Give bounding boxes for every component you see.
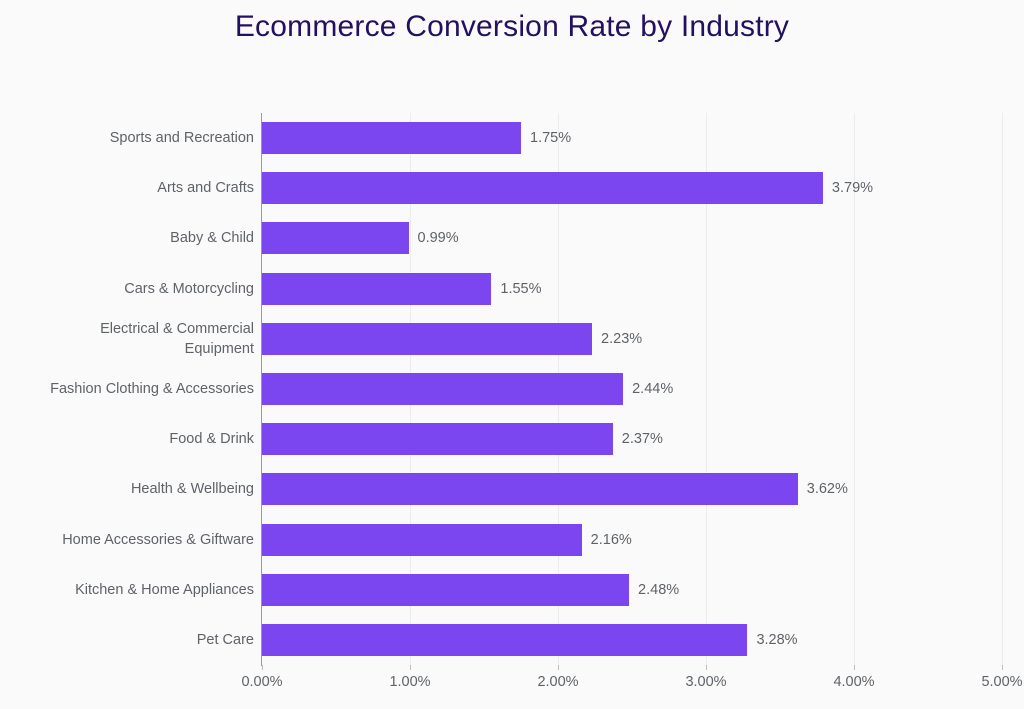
bar-value-label: 2.16% xyxy=(590,531,632,548)
bar[interactable] xyxy=(262,272,492,305)
bar-value-label: 2.44% xyxy=(632,380,674,397)
bar-category-label: Cars & Motorcycling xyxy=(124,280,254,297)
bar-track: 3.62% xyxy=(262,464,1002,514)
bar[interactable] xyxy=(262,473,798,506)
bar-row[interactable]: Electrical & Commercial Equipment 2.23% xyxy=(100,314,1002,364)
bar-category-label: Electrical & Commercial Equipment xyxy=(100,320,254,357)
bar-category-label: Health & Wellbeing xyxy=(130,481,254,498)
bar-value-label: 2.48% xyxy=(638,581,680,598)
bar-row[interactable]: Arts and Crafts 3.79% xyxy=(157,163,1002,213)
bar-category-label: Home Accessories & Giftware xyxy=(62,531,254,548)
bar-category-label: Arts and Crafts xyxy=(157,180,254,197)
bar[interactable] xyxy=(262,623,748,656)
bar[interactable] xyxy=(262,322,593,355)
bar-value-label: 3.62% xyxy=(806,481,848,498)
bar-track: 2.48% xyxy=(262,565,1002,615)
chart-title: Ecommerce Conversion Rate by Industry xyxy=(234,10,790,43)
x-axis-tick xyxy=(262,665,263,670)
bar-track: 0.99% xyxy=(262,213,1002,263)
x-axis-tick xyxy=(558,665,559,670)
bar[interactable] xyxy=(262,523,582,556)
bar[interactable] xyxy=(262,573,630,606)
bar[interactable] xyxy=(262,172,823,205)
bar-row[interactable]: Fashion Clothing & Accessories 2.44% xyxy=(50,364,1002,414)
bar-category-label: Sports and Recreation xyxy=(109,130,254,147)
x-axis-tick xyxy=(410,665,411,670)
bar-row[interactable]: Kitchen & Home Appliances 2.48% xyxy=(75,565,1002,615)
bar-category-label: Fashion Clothing & Accessories xyxy=(50,380,254,397)
bar-row[interactable]: Health & Wellbeing 3.62% xyxy=(131,464,1002,514)
bar-row[interactable]: Pet Care 3.28% xyxy=(197,615,1002,665)
bar[interactable] xyxy=(262,122,521,155)
x-axis-tick-label: 4.00% xyxy=(833,674,875,690)
bar-category-label: Kitchen & Home Appliances xyxy=(75,581,254,598)
bar-row[interactable]: Baby & Child 0.99% xyxy=(170,213,1002,263)
x-axis-tick-label: 3.00% xyxy=(685,674,727,690)
x-axis: 0.00% 1.00% 2.00% 3.00% 4.00% 5.00% xyxy=(241,665,1023,705)
bar[interactable] xyxy=(262,423,613,456)
bar-value-label: 2.23% xyxy=(601,330,643,347)
x-axis-tick-label: 0.00% xyxy=(241,674,283,690)
x-axis-tick xyxy=(1002,665,1003,670)
gridline xyxy=(1002,113,1003,665)
bar-track: 3.79% xyxy=(262,163,1002,213)
bar-value-label: 1.75% xyxy=(530,130,572,147)
bar-track: 2.37% xyxy=(262,414,1002,464)
bar-value-label: 1.55% xyxy=(500,280,542,297)
bar[interactable] xyxy=(262,372,624,405)
bar-track: 2.23% xyxy=(262,314,1002,364)
x-axis-tick-label: 5.00% xyxy=(981,674,1023,690)
bar-track: 3.28% xyxy=(262,615,1002,665)
bar-category-label: Baby & Child xyxy=(170,230,254,247)
x-axis-tick-label: 2.00% xyxy=(537,674,579,690)
bar-category-label: Pet Care xyxy=(196,631,254,648)
bar-value-label: 0.99% xyxy=(417,230,459,247)
x-axis-tick xyxy=(854,665,855,670)
x-axis-tick xyxy=(706,665,707,670)
bar-category-label: Food & Drink xyxy=(169,431,254,448)
bar-track: 2.16% xyxy=(262,514,1002,564)
bar-value-label: 2.37% xyxy=(621,431,663,448)
bar-row[interactable]: Home Accessories & Giftware 2.16% xyxy=(62,514,1002,564)
bar-track: 1.55% xyxy=(262,264,1002,314)
bar-value-label: 3.28% xyxy=(756,631,798,648)
bar-track: 1.75% xyxy=(262,113,1002,163)
bar-row[interactable]: Cars & Motorcycling 1.55% xyxy=(124,264,1002,314)
bar-value-label: 3.79% xyxy=(831,180,874,197)
x-axis-tick-label: 1.00% xyxy=(389,674,431,690)
chart-container: Ecommerce Conversion Rate by Industry Sp… xyxy=(0,0,1024,709)
plot-area: Sports and Recreation 1.75% Arts and Craft… xyxy=(50,113,1003,665)
bar-row[interactable]: Food & Drink 2.37% xyxy=(169,414,1002,464)
bar-row[interactable]: Sports and Recreation 1.75% xyxy=(110,113,1002,163)
bar[interactable] xyxy=(262,222,409,255)
bar-track: 2.44% xyxy=(262,364,1002,414)
